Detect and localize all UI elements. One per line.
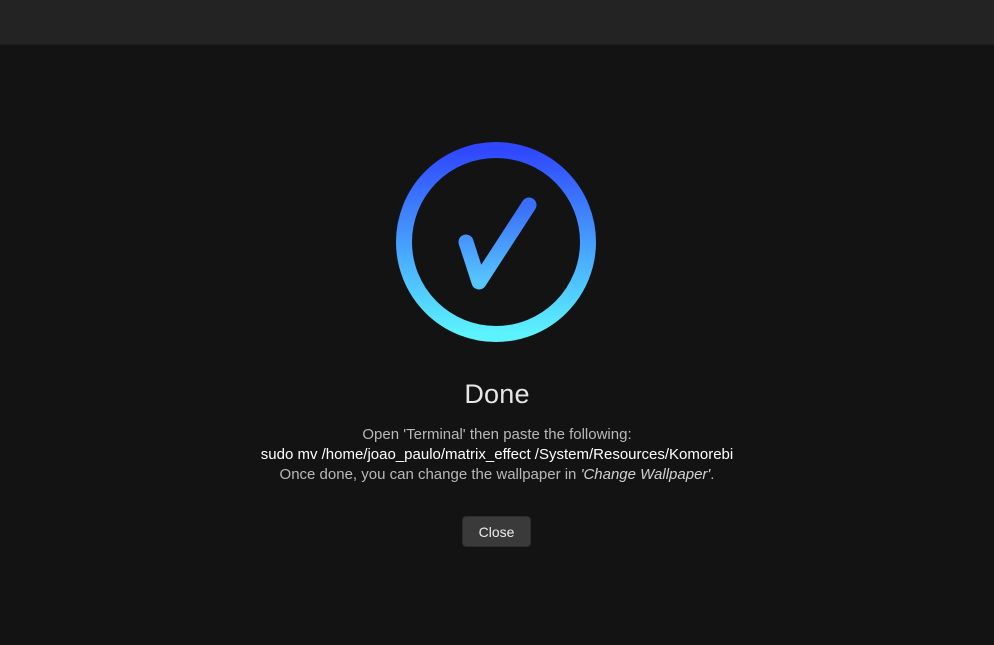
command-text[interactable]: sudo mv /home/joao_paulo/matrix_effect /… [0, 446, 994, 463]
change-wallpaper-reference: 'Change Wallpaper' [580, 466, 711, 483]
done-dialog: Done Open 'Terminal' then paste the foll… [0, 45, 994, 645]
followup-text: Once done, you can change the wallpaper … [0, 466, 994, 483]
dialog-title: Done [464, 379, 530, 409]
instruction-text: Open 'Terminal' then paste the following… [362, 426, 632, 443]
window-titlebar[interactable] [0, 0, 994, 45]
checkmark-circle-icon [396, 142, 596, 342]
followup-prefix: Once done, you can change the wallpaper … [279, 466, 581, 483]
close-button[interactable]: Close [462, 516, 531, 547]
followup-suffix: . [710, 466, 715, 483]
app-window: Done Open 'Terminal' then paste the foll… [0, 0, 994, 645]
